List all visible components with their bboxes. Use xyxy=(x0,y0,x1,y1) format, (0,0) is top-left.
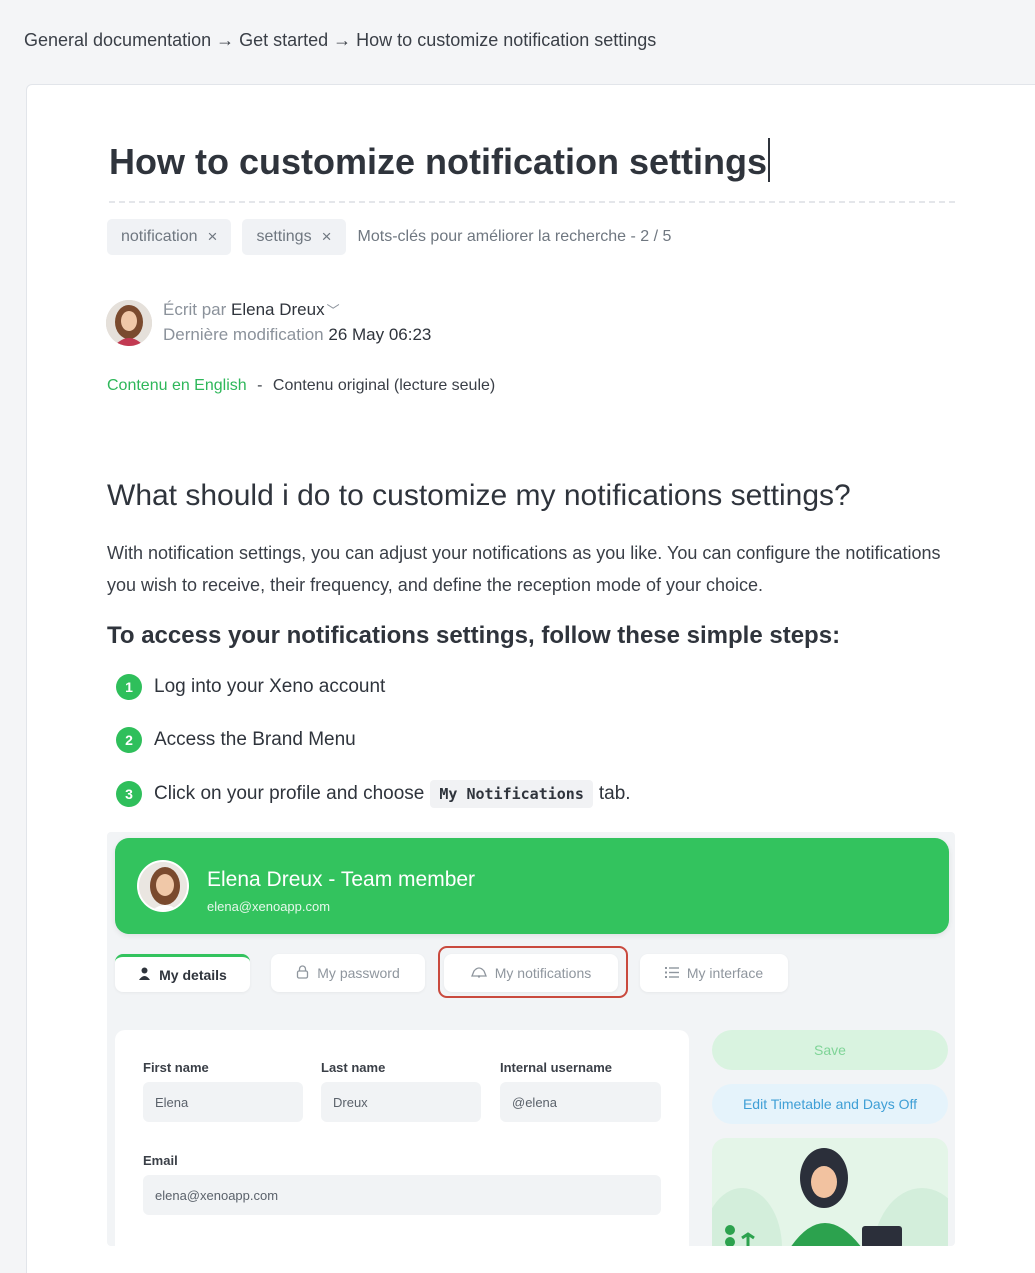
tab-label: My details xyxy=(159,966,227,983)
tag-label: notification xyxy=(121,228,198,245)
step-number-badge: 1 xyxy=(116,674,142,700)
user-icon xyxy=(138,967,151,983)
tag-settings[interactable]: settings × xyxy=(242,219,346,255)
username-label: Internal username xyxy=(500,1060,612,1075)
last-name-label: Last name xyxy=(321,1060,386,1075)
text-cursor xyxy=(768,138,771,182)
avatar xyxy=(106,299,152,346)
lock-icon xyxy=(296,964,309,982)
step-item: 3 Click on your profile and choose My No… xyxy=(116,780,631,808)
banner-name: Elena Dreux - Team member xyxy=(207,868,476,891)
step-number-badge: 3 xyxy=(116,781,142,807)
steps-heading: To access your notifications settings, f… xyxy=(107,622,841,649)
tab-my-interface[interactable]: My interface xyxy=(640,954,788,992)
tags-hint: Mots-clés pour améliorer la recherche - … xyxy=(357,228,672,245)
highlight-box xyxy=(438,946,628,998)
edit-timetable-button[interactable]: Edit Timetable and Days Off xyxy=(712,1084,948,1124)
step-text: tab. xyxy=(598,783,631,804)
step-text: Access the Brand Menu xyxy=(154,729,356,750)
username-field[interactable]: @elena xyxy=(500,1082,661,1122)
breadcrumb: General documentation → Get started → How to… xyxy=(24,30,656,51)
banner-email: elena@xenoapp.com xyxy=(207,899,331,914)
step-item: 2 Access the Brand Menu xyxy=(116,727,356,753)
tags-row: notification × settings × Mots-clés pour… xyxy=(107,219,671,255)
illustration xyxy=(712,1138,948,1246)
email-field[interactable]: elena@xenoapp.com xyxy=(143,1175,661,1215)
remove-tag-icon[interactable]: × xyxy=(208,227,218,247)
tag-notification[interactable]: notification × xyxy=(107,219,232,255)
breadcrumb-item-current: How to customize notification settings xyxy=(356,30,657,50)
step-number-badge: 2 xyxy=(116,727,142,753)
first-name-label: First name xyxy=(143,1060,209,1075)
step-text: Click on your profile and choose xyxy=(154,783,425,804)
profile-banner: Elena Dreux - Team member elena@xenoapp.… xyxy=(115,838,949,934)
breadcrumb-item-get-started[interactable]: Get started xyxy=(239,30,328,50)
language-line: Contenu en English - Contenu original (l… xyxy=(107,377,495,395)
language-status: Contenu original (lecture seule) xyxy=(272,377,496,394)
step-text: Log into your Xeno account xyxy=(154,676,386,697)
save-button[interactable]: Save xyxy=(712,1030,948,1070)
tab-my-password[interactable]: My password xyxy=(271,954,425,992)
article-title: How to customize notification settings xyxy=(109,141,768,182)
section-heading: What should i do to customize my notific… xyxy=(107,479,851,512)
intro-paragraph: With notification settings, you can adju… xyxy=(107,543,941,595)
modified-label: Dernière modification xyxy=(163,325,324,344)
breadcrumb-separator: → xyxy=(216,30,235,50)
list-icon xyxy=(664,965,679,981)
remove-tag-icon[interactable]: × xyxy=(322,227,332,247)
chevron-down-icon[interactable]: ﹀ xyxy=(327,303,340,318)
language-separator: - xyxy=(257,377,263,394)
written-by-label: Écrit par xyxy=(163,300,227,319)
article-title-input[interactable]: How to customize notification settings xyxy=(109,138,955,203)
tag-label: settings xyxy=(256,228,312,245)
profile-form: First name Elena Last name Dreux Interna… xyxy=(115,1030,689,1246)
breadcrumb-separator: → xyxy=(333,30,352,50)
email-label: Email xyxy=(143,1153,178,1168)
first-name-field[interactable]: Elena xyxy=(143,1082,303,1122)
author-name-dropdown[interactable]: Elena Dreux xyxy=(231,300,325,319)
inline-code: My Notifications xyxy=(430,780,593,808)
tab-my-details[interactable]: My details xyxy=(115,954,250,992)
step-item: 1 Log into your Xeno account xyxy=(116,674,385,700)
author-block: Écrit par Elena Dreux ﹀ Dernière modifica… xyxy=(106,298,431,347)
tab-label: My password xyxy=(317,965,400,981)
embedded-screenshot: Elena Dreux - Team member elena@xenoapp.… xyxy=(107,832,955,1246)
tab-label: My interface xyxy=(686,965,764,981)
avatar xyxy=(137,860,189,912)
breadcrumb-item-general-documentation[interactable]: General documentation xyxy=(24,30,211,50)
last-name-field[interactable]: Dreux xyxy=(321,1082,481,1122)
modified-value: 26 May 06:23 xyxy=(328,325,432,344)
language-link[interactable]: Contenu en English xyxy=(107,377,247,394)
